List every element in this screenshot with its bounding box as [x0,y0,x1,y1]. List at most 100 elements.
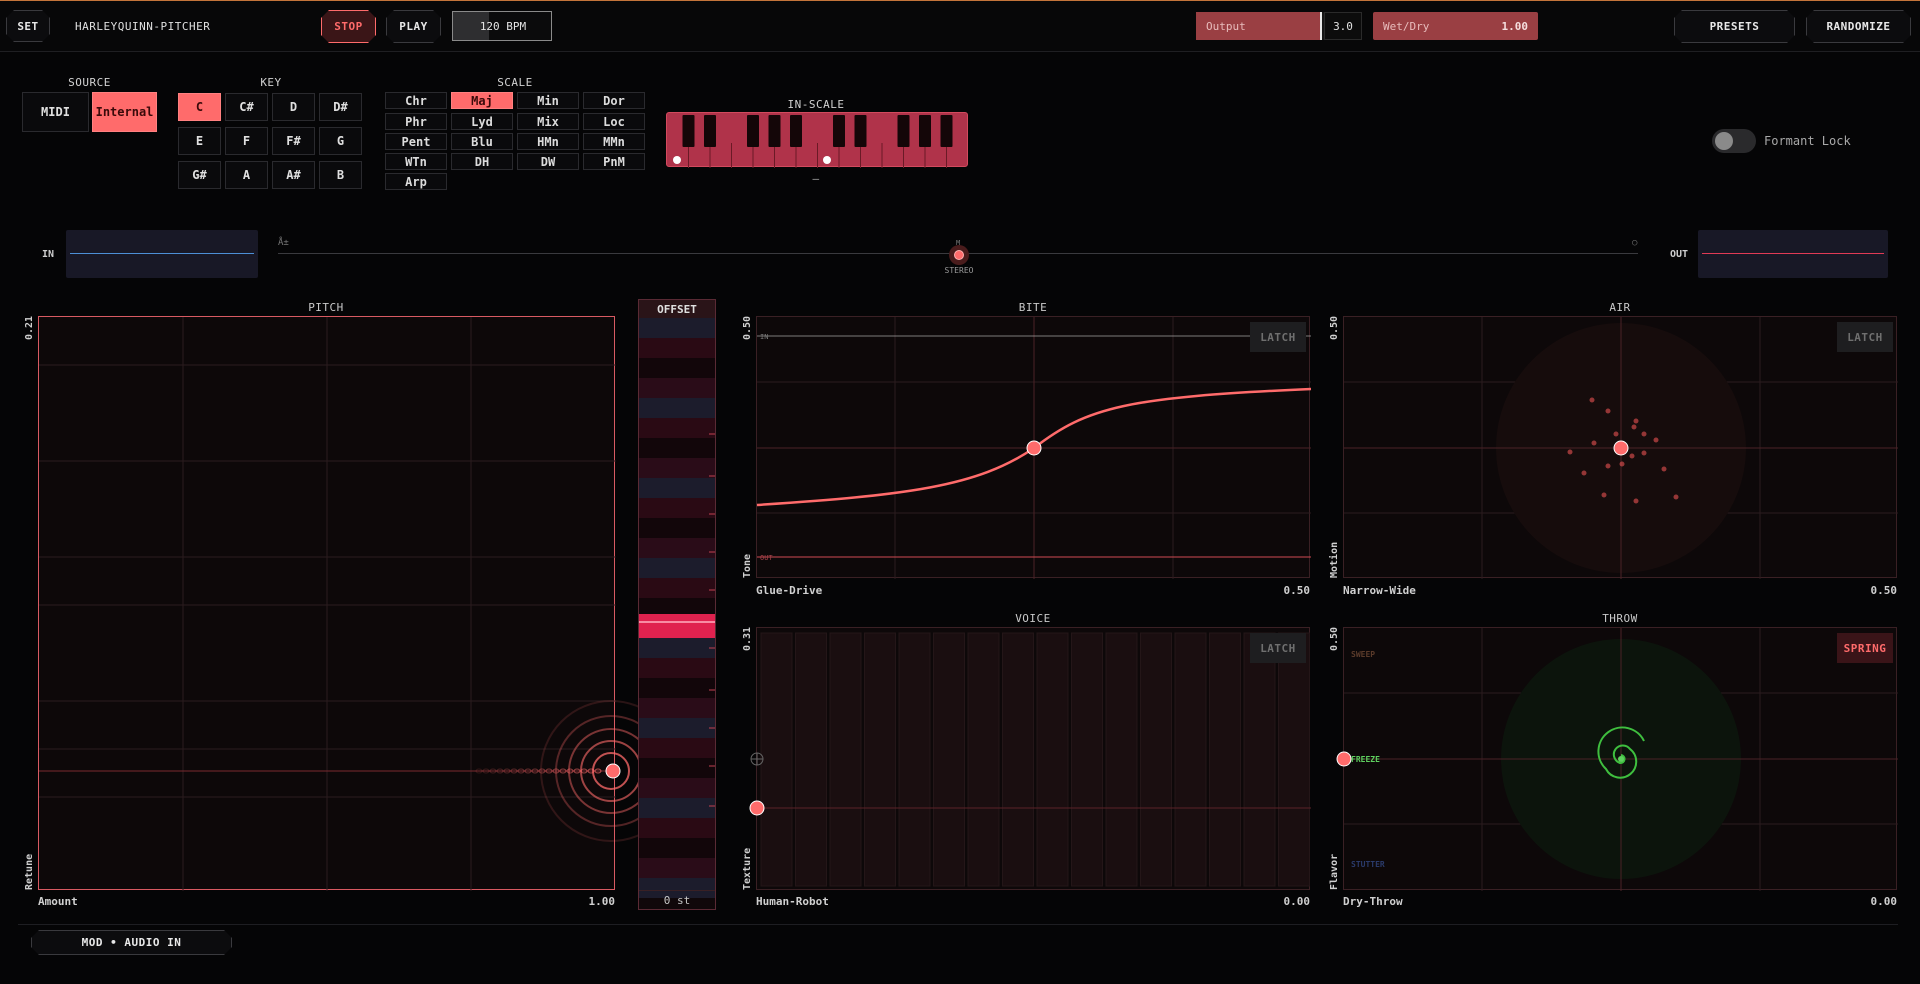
output-label: Output [1206,20,1246,33]
wetdry-value: 1.00 [1501,20,1529,33]
set-button[interactable]: SET [6,10,50,42]
key-button-c[interactable]: C [178,93,221,121]
offset-band [639,418,715,438]
scale-button-dw[interactable]: DW [517,153,579,170]
key-button-d[interactable]: D [272,93,315,121]
air-particle [1653,437,1659,443]
bite-title: BITE [1018,301,1048,314]
offset-band [639,538,715,558]
key-button-f[interactable]: F [225,127,268,155]
key-button-csharp[interactable]: C# [225,93,268,121]
source-title: SOURCE [68,76,111,89]
scale-button-phr[interactable]: Phr [385,113,447,130]
throw-y-label: Flavor [1329,853,1340,890]
bite-latch-button[interactable]: LATCH [1250,322,1306,352]
source-internal-button[interactable]: Internal [92,92,157,132]
scale-button-dor[interactable]: Dor [583,92,645,109]
throw-x-value: 0.00 [1870,895,1898,908]
scale-button-wtn[interactable]: WTn [385,153,447,170]
voice-y-label: Texture [742,847,753,890]
bite-in-tag: IN [760,333,768,341]
in-meter-label: IN [42,249,55,260]
output-slider[interactable]: Output [1196,12,1320,40]
scale-button-lyd[interactable]: Lyd [451,113,513,130]
scale-button-mix[interactable]: Mix [517,113,579,130]
air-particle [1633,418,1639,424]
scale-button-arp[interactable]: Arp [385,173,447,190]
scale-button-pent[interactable]: Pent [385,133,447,150]
randomize-button[interactable]: RANDOMIZE [1806,10,1911,43]
air-pad[interactable]: LATCH [1343,316,1898,579]
offset-strip[interactable]: OFFSET 0 st [638,299,716,910]
scale-button-hmn[interactable]: HMn [517,133,579,150]
voice-bar [1071,632,1103,887]
presets-button[interactable]: PRESETS [1674,10,1795,43]
black-key [768,115,781,147]
key-button-dsharp[interactable]: D# [319,93,362,121]
scale-button-mmn[interactable]: MMn [583,133,645,150]
voice-pad[interactable]: LATCH [749,627,1311,890]
throw-pad[interactable]: SPRING SWEEP FREEZE STUTTER [1336,627,1898,891]
bpm-field[interactable]: 120 BPM [452,11,552,41]
scale-button-dh[interactable]: DH [451,153,513,170]
play-button[interactable]: PLAY [386,10,441,43]
bite-x-label: Glue-Drive [756,584,823,597]
throw-graph [1336,628,1898,891]
key-button-b[interactable]: B [319,161,362,189]
source-midi-button[interactable]: MIDI [22,92,89,132]
scale-button-loc[interactable]: Loc [583,113,645,130]
voice-y-value: 0.31 [742,626,753,651]
key-button-gsharp[interactable]: G# [178,161,221,189]
key-button-asharp[interactable]: A# [272,161,315,189]
inscale-keys [673,115,953,168]
key-button-a[interactable]: A [225,161,268,189]
formant-lock-label: Formant Lock [1764,134,1851,148]
app-title: HARLEYQUINN-PITCHER [75,20,211,33]
throw-spring-button[interactable]: SPRING [1837,633,1893,663]
air-particle [1605,463,1611,469]
offset-band [639,498,715,518]
key-button-g[interactable]: G [319,127,362,155]
black-key [833,115,845,147]
air-latch-button[interactable]: LATCH [1837,322,1893,352]
offset-band [639,778,715,798]
bite-x-value: 0.50 [1283,584,1311,597]
wetdry-slider[interactable]: Wet/Dry 1.00 [1373,12,1538,40]
voice-bar [1036,632,1069,887]
air-particle [1629,453,1635,459]
stop-button[interactable]: STOP [321,10,376,43]
scale-button-chr[interactable]: Chr [385,92,447,109]
offset-band [639,438,715,458]
throw-x-label: Dry-Throw [1343,895,1403,908]
key-title: KEY [260,76,282,89]
voice-bar [1278,632,1310,887]
pitch-pad[interactable] [38,316,682,891]
black-key [747,115,759,147]
throw-center [1618,756,1624,762]
footer-divider [18,924,1898,925]
air-particle [1589,397,1595,403]
black-key [940,115,953,147]
offset-band [639,858,715,878]
voice-bar [1209,632,1241,887]
mod-audio-in-button[interactable]: MOD • AUDIO IN [31,930,232,955]
throw-handle [1336,751,1352,767]
key-button-fsharp[interactable]: F# [272,127,315,155]
scale-button-pnm[interactable]: PnM [583,153,645,170]
scale-title: SCALE [497,76,533,89]
air-y-label: Motion [1329,541,1340,578]
scale-button-maj[interactable]: Maj [451,92,513,109]
pitch-graph [39,317,682,891]
voice-bar [933,632,965,887]
air-particle [1581,470,1587,476]
offset-band [639,638,715,658]
voice-latch-button[interactable]: LATCH [1250,633,1306,663]
stereo-label: STEREO [944,266,974,275]
stereo-knob[interactable] [954,250,964,260]
scale-button-blu[interactable]: Blu [451,133,513,150]
inscale-keyboard[interactable] [666,112,968,168]
scale-button-min[interactable]: Min [517,92,579,109]
bite-pad[interactable]: IN OUT LATCH [756,316,1312,579]
key-button-e[interactable]: E [178,127,221,155]
formant-lock-toggle[interactable] [1712,129,1756,153]
